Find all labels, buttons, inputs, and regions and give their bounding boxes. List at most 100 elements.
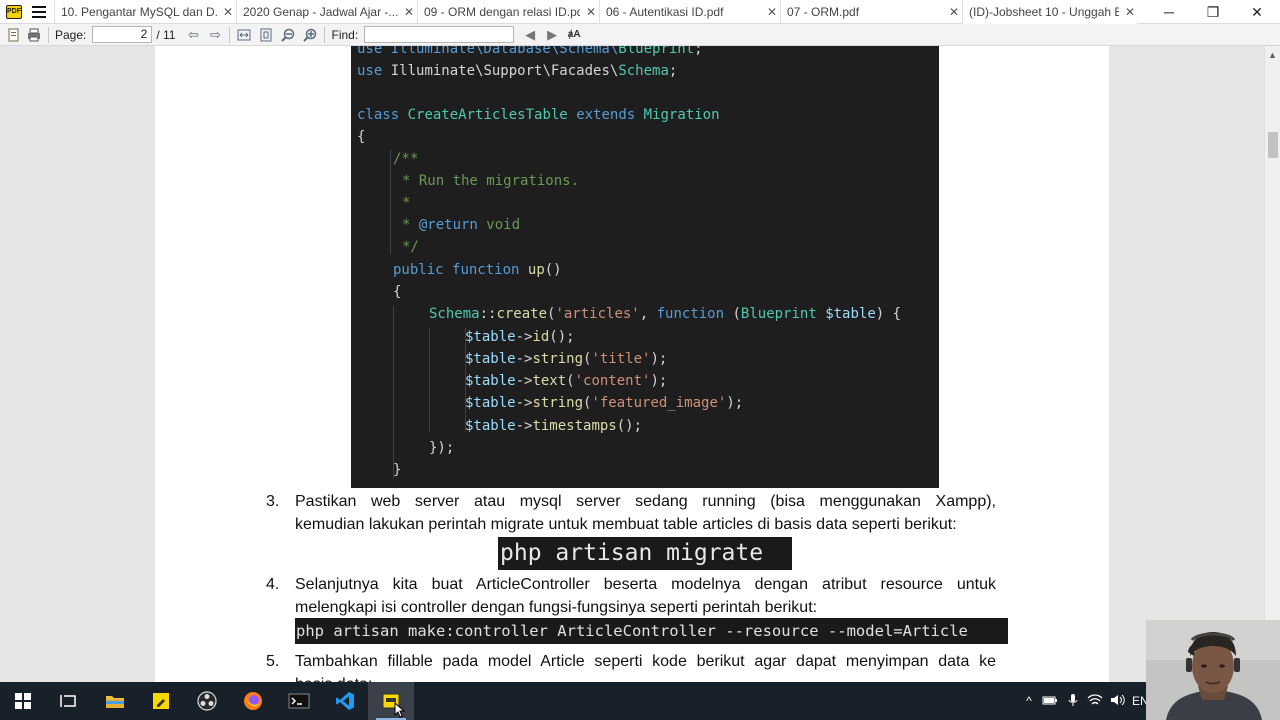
fit-width-icon[interactable] (236, 27, 252, 43)
zoom-out-icon[interactable] (280, 27, 296, 43)
code-line: $table->timestamps(); (465, 418, 643, 434)
list-text: basis data: (295, 674, 996, 682)
close-tab-icon[interactable]: ✕ (1125, 5, 1135, 19)
code-line: /** (393, 151, 419, 167)
task-view-icon[interactable] (46, 682, 92, 720)
battery-icon[interactable] (1038, 694, 1062, 708)
code-line: class CreateArticlesTable extends Migrat… (357, 107, 720, 123)
mouse-cursor-icon (394, 702, 406, 718)
restore-icon[interactable]: ❐ (1190, 0, 1236, 24)
toolbar: Page: 2 / 11 ⇦ ⇨ Find: ◀ ▶ ⱥA (0, 24, 1280, 46)
tab-pengantar-mysql[interactable]: 10. Pengantar MySQL dan D... ✕ (54, 0, 236, 24)
command-migrate: php artisan migrate (498, 537, 792, 570)
close-tab-icon[interactable]: ✕ (223, 5, 233, 19)
next-page-icon[interactable]: ⇨ (207, 27, 223, 43)
zoom-in-icon[interactable] (302, 27, 318, 43)
code-line: */ (402, 239, 419, 255)
vscode-icon[interactable] (322, 682, 368, 720)
document-viewer[interactable]: use Illuminate\Database\Schema\Blueprint… (0, 46, 1264, 682)
code-line: public function up() (393, 262, 562, 278)
pdf-page: use Illuminate\Database\Schema\Blueprint… (155, 46, 1109, 682)
code-line: * @return void (402, 217, 521, 233)
code-line: $table->string('title'); (465, 351, 668, 367)
pdf-reader-window: PDF 10. Pengantar MySQL dan D... ✕ 2020 … (0, 0, 1280, 720)
code-line: $table->id(); (465, 329, 575, 345)
code-line: * (402, 195, 411, 211)
file-explorer-icon[interactable] (92, 682, 138, 720)
print-icon[interactable] (26, 27, 42, 43)
fit-page-icon[interactable] (258, 27, 274, 43)
tab-label: 07 - ORM.pdf (787, 4, 860, 19)
tab-label: 10. Pengantar MySQL dan D... (61, 4, 217, 19)
tab-orm-relasi[interactable]: 09 - ORM dengan relasi ID.pdf ✕ (417, 0, 599, 24)
tab-label: 2020 Genap - Jadwal Ajar -... (243, 4, 398, 19)
app-logo-icon[interactable]: PDF (6, 4, 22, 19)
sticky-notes-icon[interactable] (138, 682, 184, 720)
code-line: }); (429, 440, 455, 456)
find-input[interactable] (364, 26, 515, 43)
list-text: Selanjutnya kita buat ArticleController … (295, 576, 996, 593)
list-item-3: 3. Pastikan web server atau mysql server… (155, 490, 1109, 536)
list-text: kemudian lakukan perintah migrate untuk … (295, 516, 957, 533)
code-line: use Illuminate\Support\Facades\Schema; (357, 63, 678, 79)
tab-label: (ID)-Jobsheet 10 - Unggah B... (969, 4, 1119, 19)
list-text: Pastikan web server atau mysql server se… (295, 493, 996, 510)
network-icon[interactable] (1084, 693, 1106, 710)
scroll-up-icon[interactable]: ▲ (1268, 50, 1277, 60)
pdf-reader-taskbar-icon[interactable] (368, 682, 414, 720)
tab-autentikasi[interactable]: 06 - Autentikasi ID.pdf ✕ (599, 0, 780, 24)
vertical-scrollbar[interactable]: ▲ (1264, 46, 1280, 682)
code-line: { (357, 129, 366, 145)
system-tray: ^ EN (1020, 682, 1149, 720)
code-line: $table->string('featured_image'); (465, 395, 744, 411)
close-tab-icon[interactable]: ✕ (949, 5, 959, 19)
list-number: 4. (266, 576, 280, 593)
list-item-4: 4. Selanjutnya kita buat ArticleControll… (155, 573, 1109, 619)
list-text: Tambahkan fillable pada model Article se… (295, 653, 996, 670)
tab-bar: PDF 10. Pengantar MySQL dan D... ✕ 2020 … (0, 0, 1280, 24)
match-case-icon[interactable]: ⱥA (566, 27, 582, 43)
tab-jobsheet-10[interactable]: (ID)-Jobsheet 10 - Unggah B... ✕ (962, 0, 1137, 24)
code-line: { (393, 284, 402, 300)
taskbar: ^ EN (0, 682, 1280, 720)
previous-page-icon[interactable]: ⇦ (185, 27, 201, 43)
find-label: Find: (331, 27, 359, 42)
code-line: $table->text('content'); (465, 373, 668, 389)
scrollbar-thumb[interactable] (1268, 132, 1278, 158)
close-window-icon[interactable]: ✕ (1234, 0, 1280, 24)
code-line: * Run the migrations. (402, 173, 580, 189)
code-line: Schema::create('articles', function (Blu… (429, 306, 902, 322)
command-make-controller: php artisan make:controller ArticleContr… (295, 618, 1008, 644)
list-number: 3. (266, 493, 280, 510)
tab-orm[interactable]: 07 - ORM.pdf ✕ (780, 0, 962, 24)
webcam-person-image (1146, 620, 1280, 720)
page-number-input[interactable]: 2 (92, 26, 153, 43)
open-file-icon[interactable] (6, 27, 22, 43)
list-number: 5. (266, 653, 280, 670)
list-item-5: 5. Tambahkan fillable pada model Article… (155, 650, 1109, 682)
code-line: use Illuminate\Database\Schema\Blueprint… (357, 46, 703, 57)
close-tab-icon[interactable]: ✕ (767, 5, 777, 19)
volume-icon[interactable] (1106, 693, 1128, 710)
close-tab-icon[interactable]: ✕ (586, 5, 596, 19)
obs-studio-icon[interactable] (184, 682, 230, 720)
tab-jadwal-ajar[interactable]: 2020 Genap - Jadwal Ajar -... ✕ (236, 0, 417, 24)
page-label: Page: (55, 27, 87, 42)
page-total: / 11 (156, 27, 176, 42)
menu-icon[interactable] (32, 5, 46, 18)
webcam-overlay (1146, 620, 1280, 720)
find-previous-icon[interactable]: ◀ (522, 27, 538, 43)
firefox-icon[interactable] (230, 682, 276, 720)
close-tab-icon[interactable]: ✕ (404, 5, 414, 19)
code-line: } (393, 462, 402, 478)
code-block-migration: use Illuminate\Database\Schema\Blueprint… (351, 46, 939, 488)
tab-label: 06 - Autentikasi ID.pdf (606, 4, 724, 19)
windows-start-icon[interactable] (0, 682, 46, 720)
list-text: melengkapi isi controller dengan fungsi-… (295, 599, 818, 616)
tab-label: 09 - ORM dengan relasi ID.pdf (424, 4, 580, 19)
show-hidden-icons-icon[interactable]: ^ (1020, 694, 1038, 708)
minimize-icon[interactable]: ─ (1146, 0, 1192, 24)
find-next-icon[interactable]: ▶ (544, 27, 560, 43)
microphone-icon[interactable] (1062, 693, 1084, 710)
terminal-icon[interactable] (276, 682, 322, 720)
